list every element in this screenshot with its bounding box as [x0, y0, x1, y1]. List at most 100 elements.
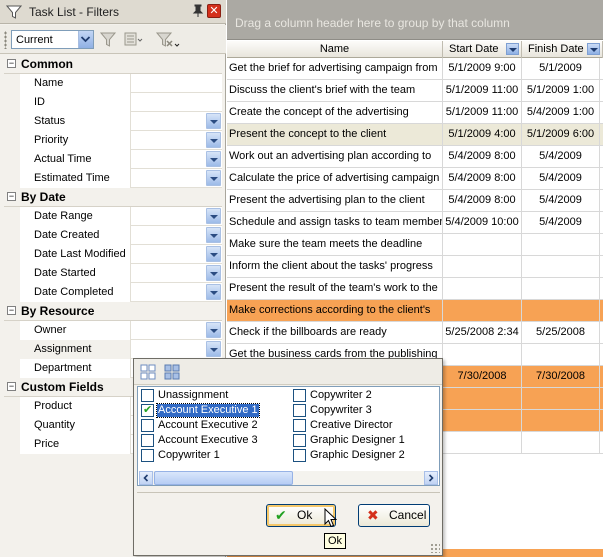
start-date-cell[interactable]	[443, 300, 522, 321]
filter-row-name[interactable]: Name	[4, 74, 222, 93]
table-row[interactable]: Create the concept of the advertising 5/1…	[227, 102, 603, 124]
finish-date-cell[interactable]: 5/4/2009	[522, 146, 600, 167]
task-name-cell[interactable]: Make sure the team meets the deadline	[227, 234, 443, 255]
start-date-cell[interactable]	[443, 234, 522, 255]
finish-date-cell[interactable]	[522, 410, 600, 431]
task-name-cell[interactable]: Get the brief for advertising campaign f…	[227, 58, 443, 79]
chevron-down-icon[interactable]	[206, 170, 221, 186]
table-row[interactable]: Present the advertising plan to the clie…	[227, 190, 603, 212]
table-row[interactable]: Make sure the team meets the deadline	[227, 234, 603, 256]
chevron-down-icon[interactable]	[206, 246, 221, 262]
toolbar-grip[interactable]	[4, 31, 7, 49]
category-by-resource[interactable]: − By Resource	[4, 302, 222, 321]
filter-row-date-range[interactable]: Date Range	[4, 207, 222, 226]
chevron-down-icon[interactable]	[206, 113, 221, 129]
task-name-cell[interactable]: Make corrections according to the client…	[227, 300, 443, 321]
scroll-left-icon[interactable]	[139, 471, 153, 485]
chevron-down-icon[interactable]	[206, 341, 221, 357]
checkbox[interactable]	[293, 389, 306, 402]
table-row[interactable]: Discuss the client's brief with the team…	[227, 80, 603, 102]
checkbox[interactable]	[141, 389, 154, 402]
filter-value-cell[interactable]	[132, 340, 222, 359]
start-date-cell[interactable]	[443, 344, 522, 365]
checkbox[interactable]	[293, 419, 306, 432]
filter-row-status[interactable]: Status	[4, 112, 222, 131]
filter-row-date-created[interactable]: Date Created	[4, 226, 222, 245]
finish-date-cell[interactable]: 5/1/2009 6:00	[522, 124, 600, 145]
apply-filter-icon[interactable]	[98, 30, 120, 50]
group-by-panel[interactable]: Drag a column header here to group by th…	[227, 0, 603, 40]
filter-row-estimated-time[interactable]: Estimated Time	[4, 169, 222, 188]
table-row[interactable]: Inform the client about the tasks' progr…	[227, 256, 603, 278]
filter-value-cell[interactable]	[132, 150, 222, 169]
task-name-cell[interactable]: Work out an advertising plan according t…	[227, 146, 443, 167]
category-by-date[interactable]: − By Date	[4, 188, 222, 207]
filter-value-cell[interactable]	[132, 321, 222, 340]
start-date-cell[interactable]: 5/1/2009 4:00	[443, 124, 522, 145]
start-date-cell[interactable]: 5/25/2008 2:34	[443, 322, 522, 343]
chevron-down-icon[interactable]	[206, 284, 221, 300]
filter-value-cell[interactable]	[132, 169, 222, 188]
table-row[interactable]: Make corrections according to the client…	[227, 300, 603, 322]
finish-date-cell[interactable]: 5/4/2009 1:00	[522, 102, 600, 123]
finish-date-cell[interactable]	[522, 388, 600, 409]
start-date-cell[interactable]: 5/1/2009 9:00	[443, 58, 522, 79]
start-date-cell[interactable]: 5/4/2009 8:00	[443, 146, 522, 167]
finish-date-cell[interactable]	[522, 344, 600, 365]
filter-value-cell[interactable]	[132, 245, 222, 264]
table-row[interactable]: Check if the billboards are ready 5/25/20…	[227, 322, 603, 344]
column-header-name[interactable]: Name	[227, 41, 443, 58]
table-row[interactable]: Work out an advertising plan according t…	[227, 146, 603, 168]
task-name-cell[interactable]: Present the result of the team's work to…	[227, 278, 443, 299]
list-view-icon[interactable]	[140, 364, 156, 380]
checkbox[interactable]	[141, 419, 154, 432]
column-header-start-date[interactable]: Start Date	[443, 41, 522, 58]
task-name-cell[interactable]: Present the advertising plan to the clie…	[227, 190, 443, 211]
finish-date-cell[interactable]: 5/4/2009	[522, 168, 600, 189]
pin-icon[interactable]	[191, 4, 205, 21]
filter-dropdown-icon[interactable]	[587, 43, 600, 55]
start-date-cell[interactable]	[443, 278, 522, 299]
filter-row-id[interactable]: ID	[4, 93, 222, 112]
grid-view-icon[interactable]	[164, 364, 180, 380]
finish-date-cell[interactable]: 5/4/2009	[522, 212, 600, 233]
chevron-down-icon[interactable]	[206, 322, 221, 338]
filter-list-icon[interactable]	[122, 30, 144, 50]
start-date-cell[interactable]: 5/4/2009 8:00	[443, 168, 522, 189]
checkbox[interactable]	[293, 404, 306, 417]
checkbox[interactable]	[293, 449, 306, 462]
finish-date-cell[interactable]	[522, 432, 600, 453]
finish-date-cell[interactable]: 7/30/2008	[522, 366, 600, 387]
start-date-cell[interactable]	[443, 388, 522, 409]
filter-row-date-last-modified[interactable]: Date Last Modified	[4, 245, 222, 264]
collapse-icon[interactable]: −	[7, 382, 16, 391]
filter-value-cell[interactable]	[132, 264, 222, 283]
start-date-cell[interactable]	[443, 256, 522, 277]
table-row[interactable]: Get the brief for advertising campaign f…	[227, 58, 603, 80]
filter-value-cell[interactable]	[132, 283, 222, 302]
filter-value-cell[interactable]	[132, 74, 222, 93]
chevron-down-icon[interactable]	[206, 265, 221, 281]
chevron-down-icon[interactable]	[206, 132, 221, 148]
start-date-cell[interactable]: 5/1/2009 11:00	[443, 102, 522, 123]
finish-date-cell[interactable]: 5/25/2008	[522, 322, 600, 343]
scroll-right-icon[interactable]	[424, 471, 438, 485]
finish-date-cell[interactable]: 5/1/2009 1:00	[522, 80, 600, 101]
filter-value-cell[interactable]	[132, 226, 222, 245]
filter-row-date-completed[interactable]: Date Completed	[4, 283, 222, 302]
filter-row-actual-time[interactable]: Actual Time	[4, 150, 222, 169]
filter-row-owner[interactable]: Owner	[4, 321, 222, 340]
table-row[interactable]: Calculate the price of advertising campa…	[227, 168, 603, 190]
start-date-cell[interactable]: 5/1/2009 11:00	[443, 80, 522, 101]
resize-grip[interactable]	[430, 543, 440, 553]
filter-dropdown-icon[interactable]	[506, 43, 519, 55]
checkbox[interactable]	[293, 434, 306, 447]
filter-value-cell[interactable]	[132, 112, 222, 131]
task-name-cell[interactable]: Create the concept of the advertising	[227, 102, 443, 123]
task-name-cell[interactable]: Inform the client about the tasks' progr…	[227, 256, 443, 277]
chevron-down-icon[interactable]	[78, 31, 93, 48]
start-date-cell[interactable]	[443, 432, 522, 453]
finish-date-cell[interactable]: 5/4/2009	[522, 190, 600, 211]
chevron-down-icon[interactable]	[206, 227, 221, 243]
finish-date-cell[interactable]: 5/1/2009	[522, 58, 600, 79]
